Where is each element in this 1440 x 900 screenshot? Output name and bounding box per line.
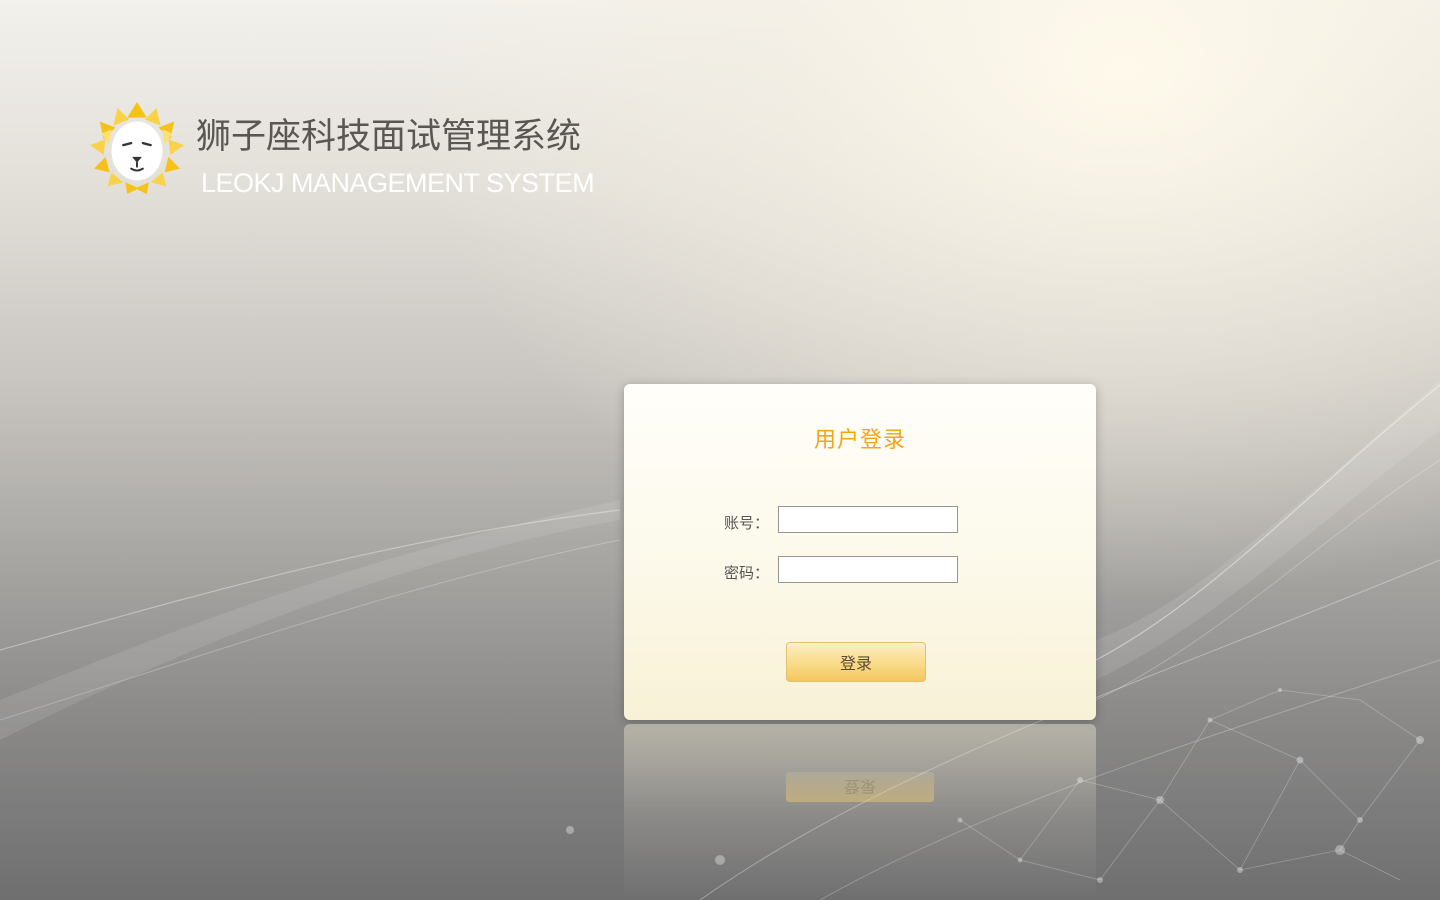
- account-label: 账号：: [724, 514, 770, 532]
- account-row: 账号：: [724, 506, 984, 538]
- password-label: 密码：: [724, 564, 770, 582]
- login-button-reflection: 登录: [786, 772, 934, 802]
- password-row: 密码：: [724, 556, 984, 588]
- login-button-reflection-label: 登录: [843, 777, 876, 796]
- login-panel: 用户登录 账号： 密码： 登录: [624, 384, 1096, 720]
- login-panel-reflection: 登录: [624, 724, 1096, 900]
- login-button[interactable]: 登录: [786, 642, 926, 682]
- brand-title-en: LEOKJ MANAGEMENT SYSTEM: [201, 168, 595, 198]
- password-input[interactable]: [778, 556, 958, 583]
- lion-head-icon: [89, 101, 185, 195]
- brand-title-cn: 狮子座科技面试管理系统: [196, 117, 582, 157]
- account-input[interactable]: [778, 506, 958, 533]
- login-title: 用户登录: [813, 428, 906, 453]
- brand-logo: 狮子座科技面试管理系统 LEOKJ MANAGEMENT SYSTEM: [88, 100, 608, 204]
